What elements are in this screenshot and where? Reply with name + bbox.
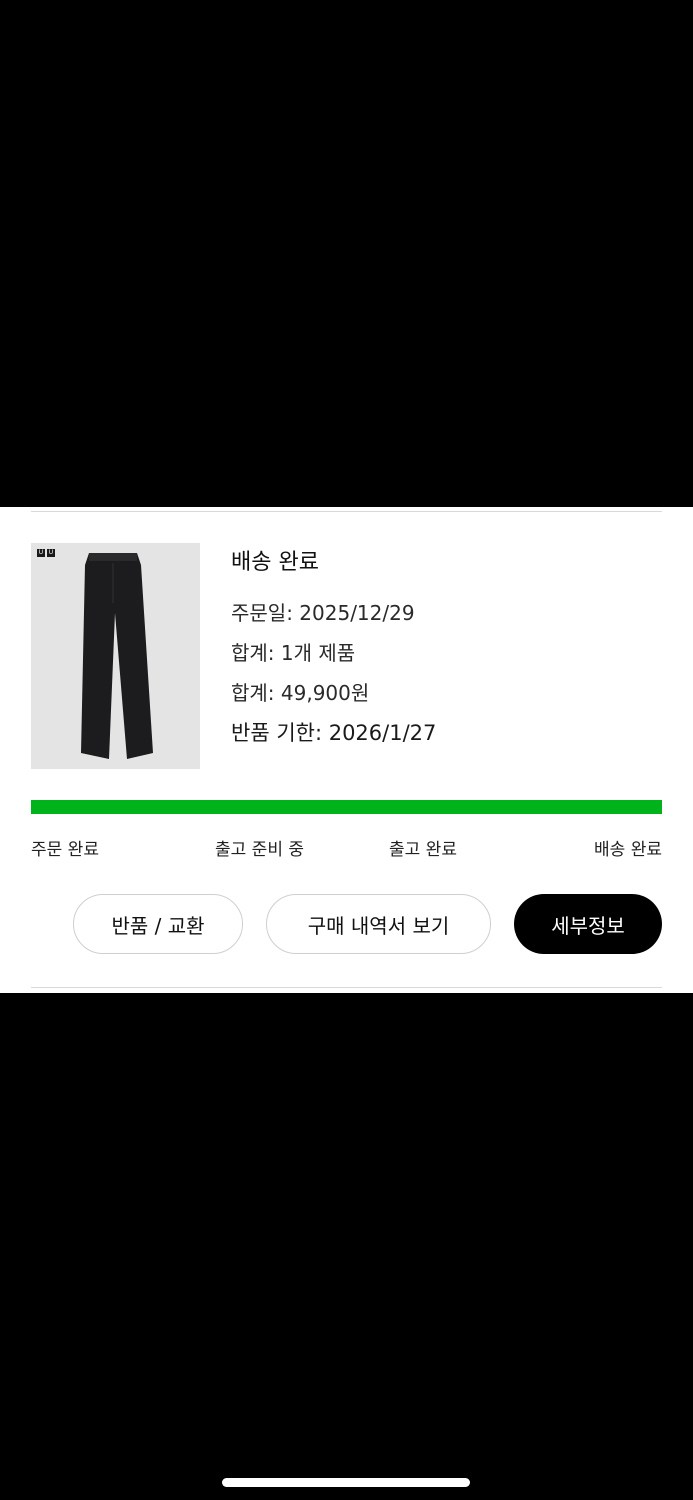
- total-price: 합계: 49,900원: [231, 681, 370, 705]
- divider: [31, 987, 662, 988]
- order-info: 배송 완료 주문일: 2025/12/29 합계: 1개 제품 합계: 49,9…: [231, 547, 436, 759]
- home-indicator[interactable]: [222, 1478, 470, 1487]
- delivery-progress-bar: [31, 800, 662, 814]
- pants-icon: [81, 553, 153, 759]
- step-delivered: 배송 완료: [594, 840, 662, 860]
- view-receipt-button[interactable]: 구매 내역서 보기: [266, 894, 491, 954]
- return-deadline: 반품 기한: 2026/1/27: [231, 721, 437, 745]
- step-order-complete: 주문 완료: [31, 840, 99, 860]
- return-exchange-button[interactable]: 반품 / 교환: [73, 894, 243, 954]
- divider: [31, 511, 662, 512]
- delivery-steps: 주문 완료 출고 준비 중 출고 완료 배송 완료: [31, 837, 662, 863]
- item-count: 합계: 1개 제품: [231, 641, 356, 665]
- order-date: 주문일: 2025/12/29: [231, 601, 415, 625]
- details-button[interactable]: 세부정보: [514, 894, 662, 954]
- product-thumbnail[interactable]: U U: [31, 543, 200, 769]
- delivery-progress-fill: [31, 800, 662, 814]
- order-card: U U 배송 완료 주문일: 2025/12/29 합계: 1개 제품 합계: …: [0, 507, 693, 993]
- step-preparing-shipment: 출고 준비 중: [215, 840, 305, 860]
- order-status: 배송 완료: [231, 550, 319, 575]
- step-shipped: 출고 완료: [389, 840, 457, 860]
- screen: U U 배송 완료 주문일: 2025/12/29 합계: 1개 제품 합계: …: [0, 0, 693, 1500]
